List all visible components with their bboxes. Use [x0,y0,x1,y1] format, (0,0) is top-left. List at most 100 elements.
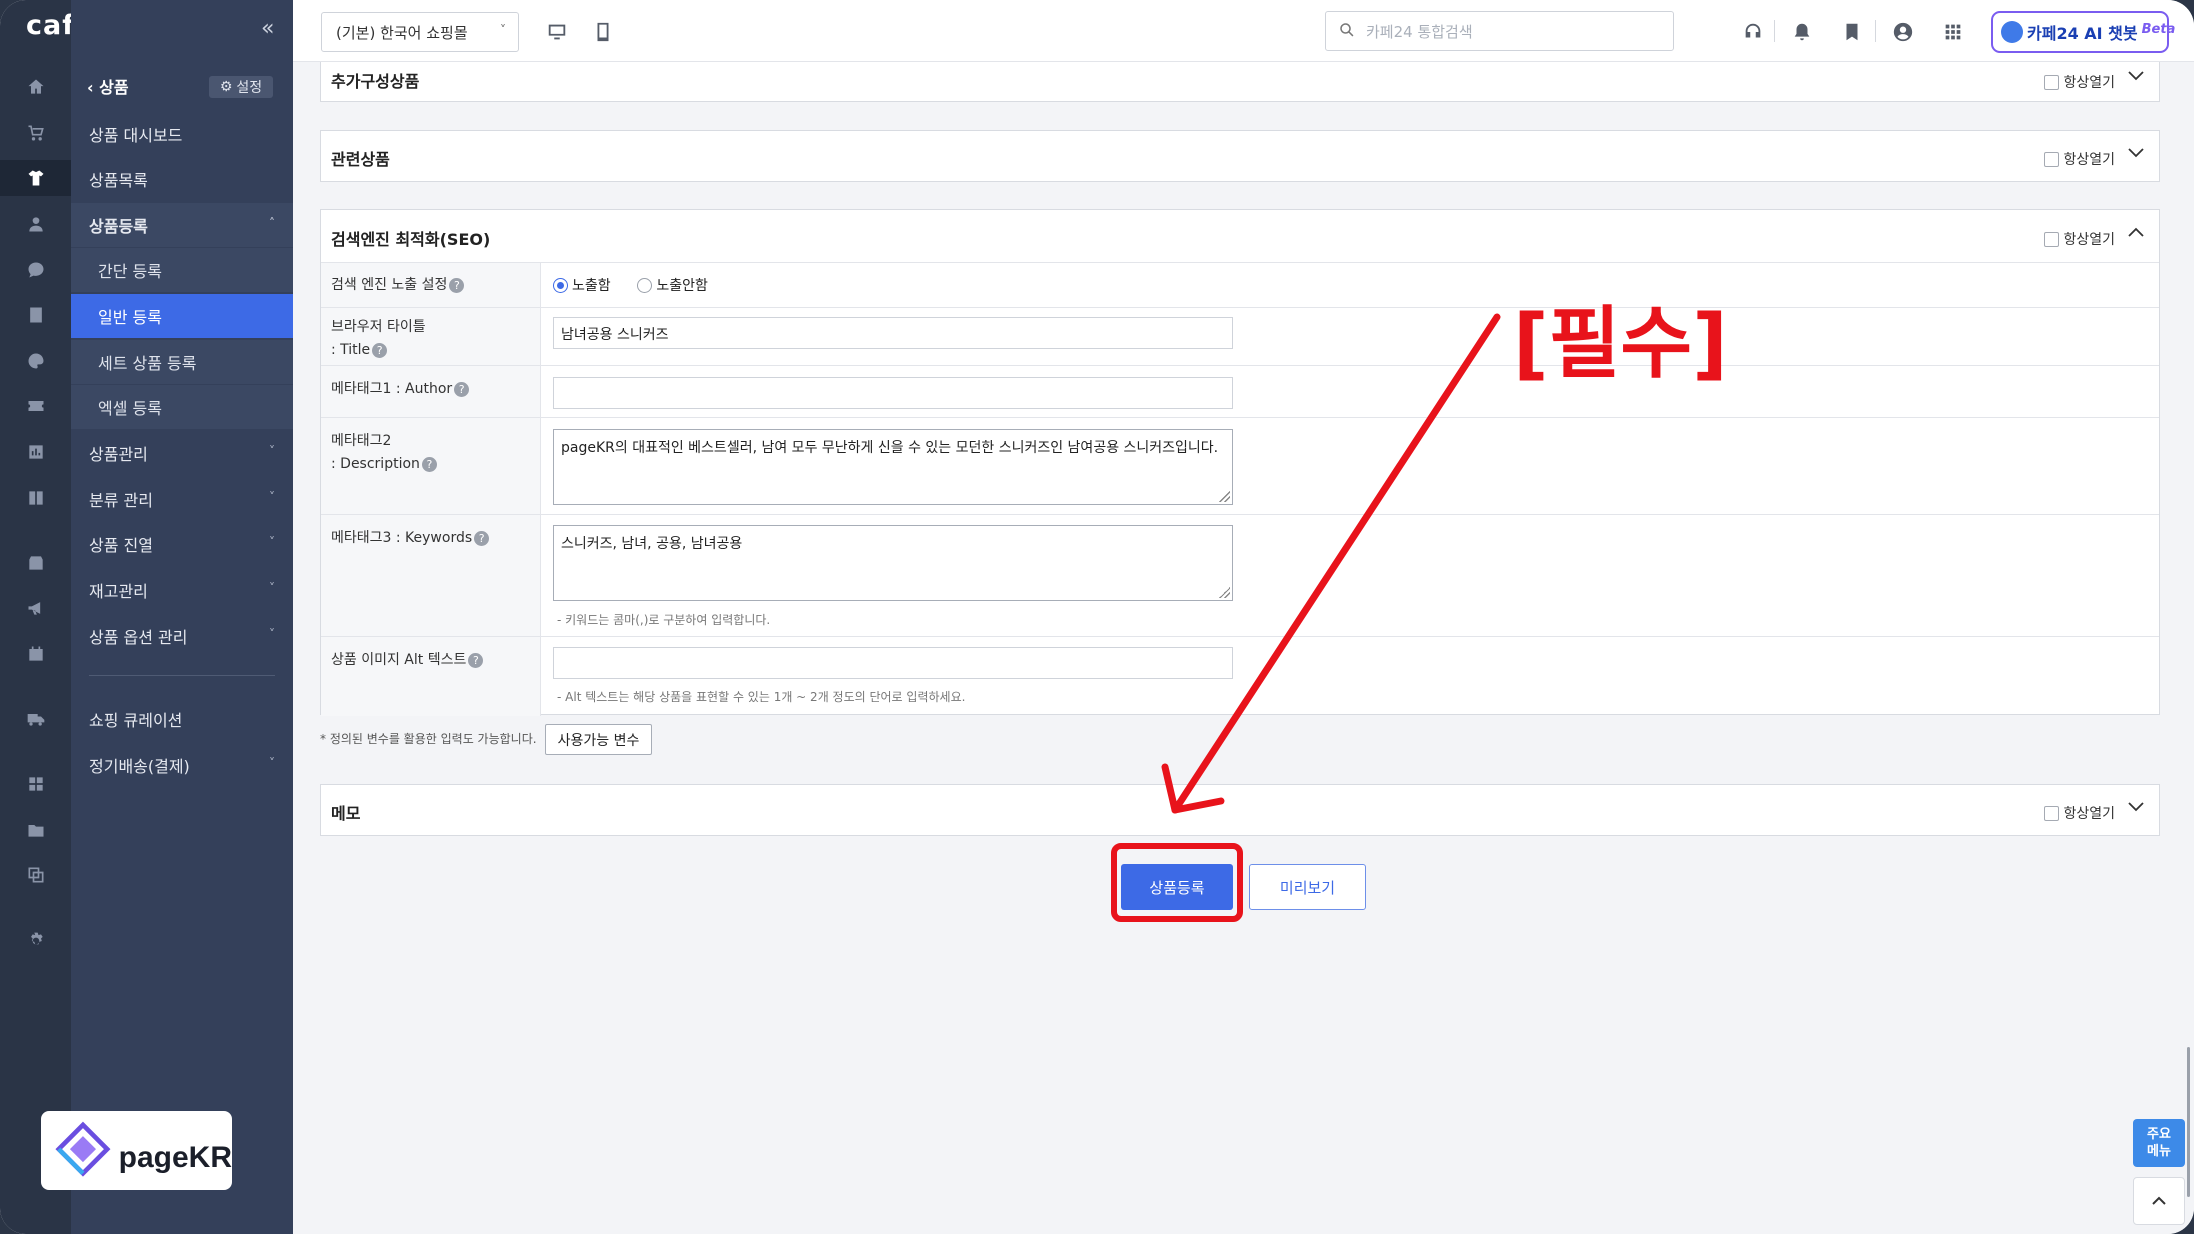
chevron-down-icon: ˅ [269,444,275,458]
beta-badge: Beta [2141,21,2176,37]
sidebar-item-product-manage[interactable]: 상품관리 ˅ [71,431,293,475]
chevron-down-icon[interactable] [2127,68,2145,86]
cart-icon[interactable] [25,122,47,144]
always-open-toggle[interactable]: 항상열기 [2044,229,2115,249]
help-icon[interactable]: ? [474,530,490,546]
apps-icon[interactable] [25,773,47,795]
store-icon[interactable] [25,552,47,574]
preview-button[interactable]: 미리보기 [1249,864,1366,910]
bell-icon[interactable] [1790,20,1814,44]
submenu-back-product[interactable]: ‹ 상품 [87,74,129,98]
keywords-hint: - 키워드는 콤마(,)로 구분하여 입력합니다. [557,613,771,627]
sidebar-item-shopping-curation[interactable]: 쇼핑 큐레이션 [71,697,293,741]
panel-title: 추가구성상품 [331,72,420,91]
sidebar-item-excel-register[interactable]: 엑셀 등록 [71,385,293,429]
checkbox[interactable] [2044,151,2060,167]
sidebar-item-set-register[interactable]: 세트 상품 등록 [71,340,293,384]
palette-icon[interactable] [25,350,47,372]
checkbox[interactable] [2044,231,2060,247]
always-open-toggle[interactable]: 항상열기 [2044,72,2115,92]
account-icon[interactable] [1891,20,1915,44]
meta-description-textarea[interactable]: pageKR의 대표적인 베스트셀러, 남여 모두 무난하게 신을 수 있는 모… [553,429,1233,505]
help-icon[interactable]: ? [372,342,388,358]
sidebar-item-category-manage[interactable]: 분류 관리 ˅ [71,477,293,521]
seo-row-exposure: 검색 엔진 노출 설정? 노출함 노출안함 [321,262,2159,307]
bookmark-icon[interactable] [1840,20,1864,44]
apps-grid-icon[interactable] [1941,20,1965,44]
browser-title-input[interactable]: 남녀공용 스니커즈 [553,317,1233,349]
submenu-settings-button[interactable]: ⚙ 설정 [209,76,273,98]
headset-icon[interactable] [1741,20,1765,44]
shirt-icon[interactable] [25,167,47,189]
sidebar-item-option-manage[interactable]: 상품 옵션 관리 ˅ [71,614,293,658]
pagekr-diamond-icon [55,1121,111,1177]
scrollbar-thumb[interactable] [2187,1047,2190,1197]
folder-icon[interactable] [25,819,47,841]
sidebar-item-product-dashboard[interactable]: 상품 대시보드 [71,112,293,156]
ticket-icon[interactable] [25,395,47,417]
help-icon[interactable]: ? [449,277,465,293]
sidebar-item-product-register[interactable]: 상품등록 ˄ [71,203,293,247]
copy-icon[interactable] [25,864,47,886]
checkbox[interactable] [2044,74,2060,90]
desktop-view-icon[interactable] [545,20,569,44]
image-alt-input[interactable] [553,647,1233,679]
annotation-required-label: [필수] [1513,299,1728,389]
chevron-down-icon: ˅ [269,490,275,504]
help-icon[interactable]: ? [468,652,484,668]
sidebar-item-simple-register[interactable]: 간단 등록 [71,248,293,292]
chatbot-icon [2001,21,2023,43]
ai-chatbot-button[interactable]: 카페24 AI 챗봇 Beta [1991,11,2175,53]
integrated-search-input[interactable]: 카페24 통합검색 [1325,11,1674,51]
alt-hint: - Alt 텍스트는 해당 상품을 표현할 수 있는 1개 ~ 2개 정도의 단… [557,690,966,704]
sidebar-item-product-display[interactable]: 상품 진열 ˅ [71,522,293,566]
panel-additional-products: 추가구성상품 항상열기 [320,62,2160,102]
mobile-view-icon[interactable] [591,20,615,44]
help-icon[interactable]: ? [454,381,470,397]
resize-handle[interactable] [1219,587,1230,598]
submenu-divider [89,675,275,676]
mall-select[interactable]: (기본) 한국어 쇼핑몰 ˅ [321,12,519,52]
chevron-up-icon[interactable] [2127,224,2145,242]
gear-icon[interactable] [25,930,47,952]
brand-name: pageKR [118,1140,232,1174]
keywords-label: 메타태그3 : Keywords? [321,515,541,636]
chevron-down-icon: ˅ [269,627,275,641]
board-icon[interactable] [25,304,47,326]
always-open-toggle[interactable]: 항상열기 [2044,803,2115,823]
scroll-top-button[interactable] [2133,1177,2185,1225]
sidebar-item-subscription[interactable]: 정기배송(결제) ˅ [71,743,293,787]
radio-dot [553,277,568,293]
megaphone-icon[interactable] [25,597,47,619]
radio-expose-on[interactable]: 노출함 [553,275,611,295]
panel-title: 검색엔진 최적화(SEO) [331,230,491,249]
help-icon[interactable]: ? [421,456,437,472]
main-menu-floating-button[interactable]: 주요 메뉴 [2133,1119,2185,1167]
truck-icon[interactable] [25,708,47,730]
chevron-down-icon[interactable] [2127,799,2145,817]
chevron-down-icon: ˅ [500,23,506,37]
resize-handle[interactable] [1219,491,1230,502]
pagekr-logo: pageKR [41,1111,232,1190]
sidebar-item-general-register[interactable]: 일반 등록 [71,294,293,338]
sidebar-item-product-list[interactable]: 상품목록 [71,157,293,201]
chat-icon[interactable] [25,259,47,281]
radio-expose-off[interactable]: 노출안함 [637,275,708,295]
search-icon [1338,21,1356,43]
chevron-down-icon[interactable] [2127,145,2145,163]
meta-author-input[interactable] [553,377,1233,409]
panel-title: 관련상품 [331,150,390,169]
seo-row-description: 메타태그2: Description? pageKR의 대표적인 베스트셀러, … [321,417,2159,514]
user-icon[interactable] [25,213,47,235]
meta-keywords-textarea[interactable]: 스니커즈, 남녀, 공용, 남녀공용 [553,525,1233,601]
available-variables-button[interactable]: 사용가능 변수 [545,724,652,755]
calendar-icon[interactable] [25,643,47,665]
always-open-toggle[interactable]: 항상열기 [2044,149,2115,169]
collapse-sidebar-button[interactable]: « [261,16,274,41]
book-icon[interactable] [25,487,47,509]
chevron-left-icon: ‹ [87,78,100,97]
chart-icon[interactable] [25,441,47,463]
sidebar-item-inventory[interactable]: 재고관리 ˅ [71,568,293,612]
checkbox[interactable] [2044,805,2060,821]
home-icon[interactable] [25,76,47,98]
